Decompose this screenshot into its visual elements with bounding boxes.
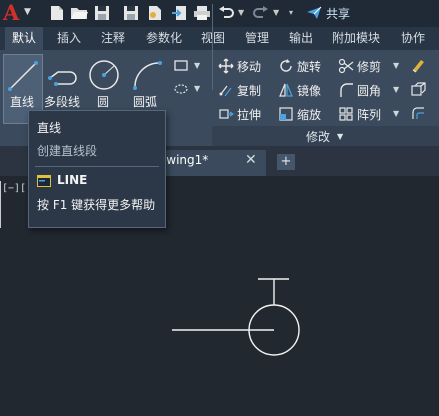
share-label: 共享	[326, 6, 351, 21]
hatch-icon[interactable]	[173, 80, 189, 96]
tooltip-description: 创建直线段	[37, 144, 98, 158]
array-icon	[339, 107, 353, 121]
fillet-dropdown-icon[interactable]: ▼	[393, 85, 399, 94]
tab-annotate[interactable]: 注释	[94, 27, 132, 50]
print-icon[interactable]	[193, 4, 211, 22]
offset-icon[interactable]	[410, 105, 426, 121]
quick-access-toolbar: A ▼ ▼ ▼ ▾ 共享	[0, 0, 439, 27]
modify-panel-title[interactable]: 修改	[306, 128, 330, 145]
tooltip-help-hint: 按 F1 键获得更多帮助	[37, 198, 156, 212]
circle-icon	[89, 60, 119, 90]
polyline-icon	[48, 71, 77, 86]
customize-toolbar-icon[interactable]: ▾	[289, 8, 293, 17]
mirror-button[interactable]: 镜像	[278, 81, 321, 99]
scale-icon	[279, 107, 293, 121]
copy-icon	[219, 85, 232, 97]
tooltip-title: 直线	[37, 121, 62, 135]
redo-dropdown-icon[interactable]: ▼	[273, 8, 279, 17]
rectangle-dropdown-icon[interactable]: ▼	[194, 61, 200, 70]
application-menu-caret-icon[interactable]: ▼	[24, 7, 31, 17]
save-icon[interactable]	[93, 4, 111, 22]
rotate-icon	[280, 59, 292, 72]
tab-parametric[interactable]: 参数化	[138, 27, 190, 50]
tab-view[interactable]: 视图	[194, 27, 232, 50]
tab-addins[interactable]: 附加模块	[326, 27, 386, 50]
tab-insert[interactable]: 插入	[50, 27, 88, 50]
tooltip-divider	[35, 166, 159, 167]
scale-label: 缩放	[297, 107, 322, 122]
command-line-icon	[37, 175, 51, 187]
move-icon	[218, 58, 234, 74]
undo-dropdown-icon[interactable]: ▼	[238, 8, 244, 17]
tab-collaborate[interactable]: 协作	[394, 27, 432, 50]
rotate-button[interactable]: 旋转	[278, 57, 321, 75]
circle-tool-label: 圆	[97, 95, 110, 109]
polyline-tool-label: 多段线	[44, 95, 81, 109]
hatch-dropdown-icon[interactable]: ▼	[194, 84, 200, 93]
array-button[interactable]: 阵列	[338, 105, 381, 123]
erase-icon[interactable]	[410, 57, 426, 73]
stretch-icon	[219, 109, 234, 119]
rectangle-icon[interactable]	[173, 57, 189, 73]
ribbon-panel-divider	[212, 4, 213, 90]
new-file-icon[interactable]	[48, 4, 66, 22]
arc-icon	[133, 61, 162, 90]
tooltip-command-name: LINE	[57, 173, 88, 187]
array-label: 阵列	[357, 107, 382, 122]
move-button[interactable]: 移动	[218, 57, 261, 75]
modify-panel-expand-icon[interactable]: ▼	[337, 132, 343, 141]
stretch-button[interactable]: 拉伸	[218, 105, 261, 123]
ribbon-tab-bar: 默认 插入 注释 参数化 视图 管理 输出 附加模块 协作	[0, 27, 439, 50]
fillet-label: 圆角	[357, 83, 382, 98]
open-folder-icon[interactable]	[70, 4, 88, 22]
share-button[interactable]: 共享	[306, 4, 350, 22]
fillet-button[interactable]: 圆角	[338, 81, 381, 99]
plot-sheet-icon[interactable]	[146, 4, 164, 22]
copy-button[interactable]: 复制	[218, 81, 261, 99]
stretch-label: 拉伸	[237, 107, 262, 122]
scissors-icon	[338, 58, 354, 74]
import-icon[interactable]	[170, 4, 188, 22]
tab-manage[interactable]: 管理	[238, 27, 276, 50]
undo-icon[interactable]	[217, 4, 235, 22]
mirror-label: 镜像	[297, 83, 322, 98]
rotate-label: 旋转	[297, 59, 322, 74]
mirror-icon	[279, 83, 293, 97]
array-dropdown-icon[interactable]: ▼	[393, 109, 399, 118]
application-menu-logo[interactable]: A	[3, 2, 23, 24]
redo-icon[interactable]	[252, 4, 270, 22]
copy-label: 复制	[237, 83, 262, 98]
tab-default[interactable]: 默认	[5, 27, 43, 50]
move-label: 移动	[237, 59, 262, 74]
trim-label: 修剪	[357, 59, 382, 74]
scale-button[interactable]: 缩放	[278, 105, 321, 123]
line-icon	[8, 61, 38, 91]
trim-dropdown-icon[interactable]: ▼	[393, 61, 399, 70]
new-tab-button[interactable]: +	[277, 154, 295, 170]
close-tab-icon[interactable]: ✕	[245, 152, 257, 168]
save-as-icon[interactable]	[122, 4, 140, 22]
trim-button[interactable]: 修剪	[338, 57, 381, 75]
explode-icon[interactable]	[410, 81, 426, 97]
arc-tool-label: 圆弧	[133, 95, 158, 109]
paper-plane-icon	[307, 6, 322, 19]
line-tool-label: 直线	[10, 95, 35, 109]
line-tooltip: 直线 创建直线段 LINE 按 F1 键获得更多帮助	[28, 110, 166, 228]
tab-output[interactable]: 输出	[282, 27, 320, 50]
fillet-icon	[340, 83, 353, 97]
